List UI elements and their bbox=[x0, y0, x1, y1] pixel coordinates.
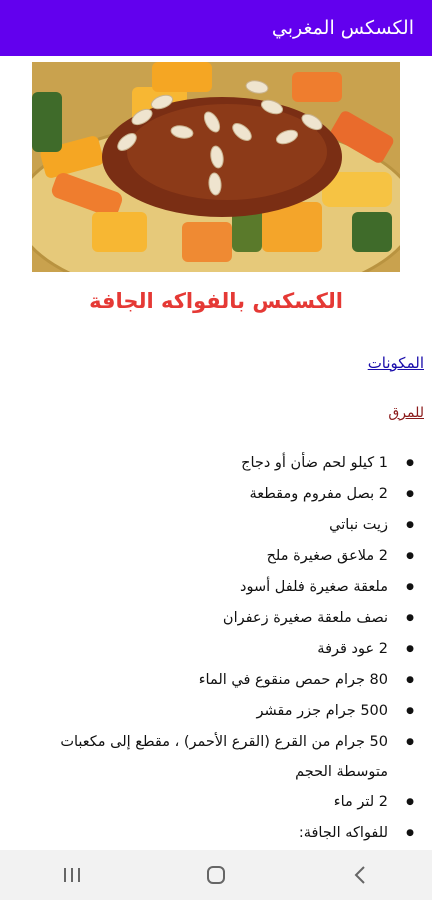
app-bar: الكسكس المغربي bbox=[0, 0, 432, 56]
recent-apps-icon bbox=[64, 868, 80, 882]
recent-apps-button[interactable] bbox=[42, 855, 102, 895]
ingredient-item: 80 جرام حمص منقوع في الماء bbox=[10, 665, 414, 696]
ingredient-item: 2 ملاعق صغيرة ملح bbox=[10, 541, 414, 572]
recipe-title: الكسكس بالفواكه الجافة bbox=[89, 289, 343, 313]
system-nav-bar bbox=[0, 850, 432, 900]
ingredients-list: 1 كيلو لحم ضأن أو دجاج 2 بصل مفروم ومقطع… bbox=[10, 448, 415, 849]
ingredient-item: 2 لتر ماء bbox=[10, 787, 414, 818]
back-button[interactable] bbox=[330, 855, 390, 895]
home-icon bbox=[207, 866, 225, 884]
ingredient-item: 50 جرام من القرع (القرع الأحمر) ، مقطع إ… bbox=[10, 727, 414, 787]
app-title: الكسكس المغربي bbox=[271, 17, 414, 39]
ingredient-item: زيت نباتي bbox=[10, 510, 414, 541]
recipe-image bbox=[32, 62, 400, 272]
ingredient-item: 500 جرام جزر مقشر bbox=[10, 696, 415, 727]
ingredient-item: 2 بصل مفروم ومقطعة bbox=[10, 479, 414, 510]
ingredients-link[interactable]: المكونات bbox=[368, 354, 424, 372]
ingredient-item: 1 كيلو لحم ضأن أو دجاج bbox=[10, 448, 414, 479]
broth-link[interactable]: للمرق bbox=[388, 405, 424, 421]
ingredient-item: ملعقة صغيرة فلفل أسود bbox=[10, 572, 414, 603]
ingredient-item: 2 عود قرفة bbox=[10, 634, 414, 665]
ingredient-item: للفواكه الجافة: bbox=[10, 818, 414, 849]
recipe-content[interactable]: الكسكس بالفواكه الجافة المكونات للمرق 1 … bbox=[0, 56, 432, 850]
home-button[interactable] bbox=[186, 855, 246, 895]
back-icon bbox=[354, 866, 365, 884]
ingredient-item: نصف ملعقة صغيرة زعفران bbox=[10, 603, 414, 634]
